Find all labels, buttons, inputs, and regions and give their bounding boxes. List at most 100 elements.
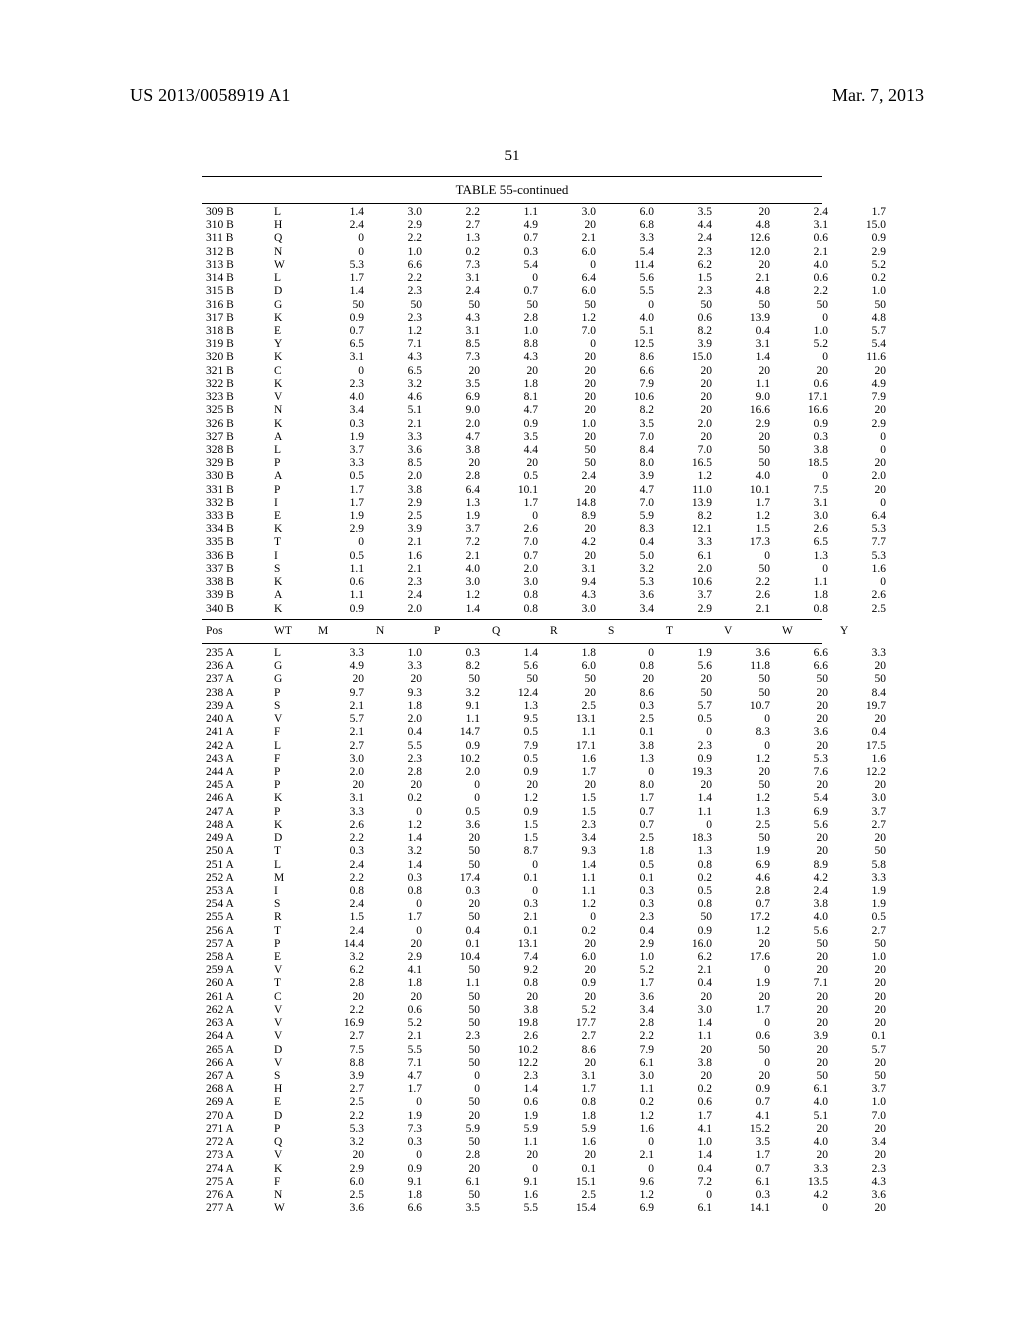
- cell-value: 0.4: [602, 925, 660, 938]
- cell-value: 17.1: [776, 391, 834, 404]
- cell-value: 0.9: [312, 312, 370, 325]
- col-s: S: [602, 623, 660, 640]
- col-w: W: [776, 623, 834, 640]
- cell-value: 2.3: [834, 1163, 892, 1176]
- cell-value: 20: [776, 832, 834, 845]
- cell-value: 20: [718, 431, 776, 444]
- cell-value: 1.9: [312, 510, 370, 523]
- cell-pos: 240 A: [202, 713, 268, 726]
- cell-value: 0: [834, 431, 892, 444]
- cell-pos: 315 B: [202, 285, 268, 298]
- cell-value: 1.0: [834, 1096, 892, 1109]
- cell-pos: 275 A: [202, 1176, 268, 1189]
- cell-value: 3.6: [428, 819, 486, 832]
- cell-value: 50: [428, 859, 486, 872]
- table-block-1: 309 BL1.43.02.21.13.06.03.5202.41.7310 B…: [202, 206, 892, 616]
- cell-wt: N: [268, 1189, 312, 1202]
- cell-value: 0.1: [486, 925, 544, 938]
- cell-value: 2.3: [660, 285, 718, 298]
- cell-value: 2.3: [312, 378, 370, 391]
- cell-value: 2.3: [602, 911, 660, 924]
- cell-value: 2.3: [428, 1030, 486, 1043]
- cell-value: 12.2: [834, 766, 892, 779]
- cell-value: 50: [544, 457, 602, 470]
- cell-value: 16.6: [776, 404, 834, 417]
- cell-value: 20: [834, 1004, 892, 1017]
- table-row: 240 AV5.72.01.19.513.12.50.502020: [202, 713, 892, 726]
- cell-value: 0.7: [718, 1096, 776, 1109]
- cell-value: 0.2: [834, 272, 892, 285]
- table-row: 315 BD1.42.32.40.76.05.52.34.82.21.0: [202, 285, 892, 298]
- cell-value: 0.5: [312, 470, 370, 483]
- cell-value: 7.0: [486, 536, 544, 549]
- cell-value: 2.8: [602, 1017, 660, 1030]
- cell-value: 0: [718, 740, 776, 753]
- cell-value: 50: [834, 845, 892, 858]
- cell-value: 1.2: [718, 753, 776, 766]
- cell-value: 2.9: [370, 219, 428, 232]
- cell-value: 0: [544, 338, 602, 351]
- cell-value: 3.3: [370, 431, 428, 444]
- cell-value: 13.5: [776, 1176, 834, 1189]
- cell-value: 20: [312, 779, 370, 792]
- cell-value: 15.1: [544, 1176, 602, 1189]
- cell-value: 6.4: [544, 272, 602, 285]
- cell-value: 1.9: [718, 977, 776, 990]
- cell-value: 17.2: [718, 911, 776, 924]
- cell-value: 11.8: [718, 660, 776, 673]
- cell-wt: Y: [268, 338, 312, 351]
- cell-value: 8.3: [718, 726, 776, 739]
- cell-value: 50: [718, 444, 776, 457]
- table-row: 326 BK0.32.12.00.91.03.52.02.90.92.9: [202, 418, 892, 431]
- cell-value: 20: [718, 206, 776, 219]
- cell-value: 3.7: [834, 806, 892, 819]
- cell-value: 20: [370, 938, 428, 951]
- cell-value: 7.5: [312, 1044, 370, 1057]
- cell-value: 1.8: [370, 1189, 428, 1202]
- cell-wt: P: [268, 1123, 312, 1136]
- cell-value: 13.9: [660, 497, 718, 510]
- cell-pos: 309 B: [202, 206, 268, 219]
- cell-value: 1.9: [312, 431, 370, 444]
- cell-value: 20: [776, 687, 834, 700]
- cell-value: 7.2: [660, 1176, 718, 1189]
- cell-value: 0.4: [660, 1163, 718, 1176]
- table-row: 250 AT0.33.2508.79.31.81.31.92050: [202, 845, 892, 858]
- cell-value: 5.6: [776, 925, 834, 938]
- table-row: 323 BV4.04.66.98.12010.6209.017.17.9: [202, 391, 892, 404]
- cell-value: 1.6: [544, 1136, 602, 1149]
- cell-value: 2.3: [486, 1070, 544, 1083]
- cell-value: 1.2: [370, 325, 428, 338]
- cell-value: 4.3: [428, 312, 486, 325]
- cell-value: 1.9: [718, 845, 776, 858]
- cell-value: 1.4: [486, 647, 544, 660]
- cell-value: 12.0: [718, 246, 776, 259]
- cell-value: 50: [428, 911, 486, 924]
- cell-value: 50: [428, 1189, 486, 1202]
- table-row: 246 AK3.10.201.21.51.71.41.25.43.0: [202, 792, 892, 805]
- cell-value: 1.7: [544, 766, 602, 779]
- cell-value: 0.8: [776, 603, 834, 616]
- cell-value: 20: [834, 832, 892, 845]
- cell-value: 1.5: [660, 272, 718, 285]
- cell-wt: S: [268, 700, 312, 713]
- cell-value: 2.5: [544, 700, 602, 713]
- cell-value: 5.4: [486, 259, 544, 272]
- cell-value: 6.6: [776, 647, 834, 660]
- cell-value: 10.4: [428, 951, 486, 964]
- cell-value: 0.4: [660, 977, 718, 990]
- cell-value: 4.0: [718, 470, 776, 483]
- cell-wt: G: [268, 660, 312, 673]
- cell-value: 2.2: [718, 576, 776, 589]
- cell-value: 5.6: [660, 660, 718, 673]
- cell-pos: 250 A: [202, 845, 268, 858]
- cell-value: 1.5: [486, 819, 544, 832]
- cell-value: 0.5: [312, 550, 370, 563]
- cell-value: 3.7: [312, 444, 370, 457]
- cell-value: 8.6: [602, 687, 660, 700]
- cell-wt: N: [268, 246, 312, 259]
- cell-value: 20: [660, 779, 718, 792]
- cell-wt: F: [268, 753, 312, 766]
- table-row: 245 AP2020020208.020502020: [202, 779, 892, 792]
- cell-value: 2.3: [660, 246, 718, 259]
